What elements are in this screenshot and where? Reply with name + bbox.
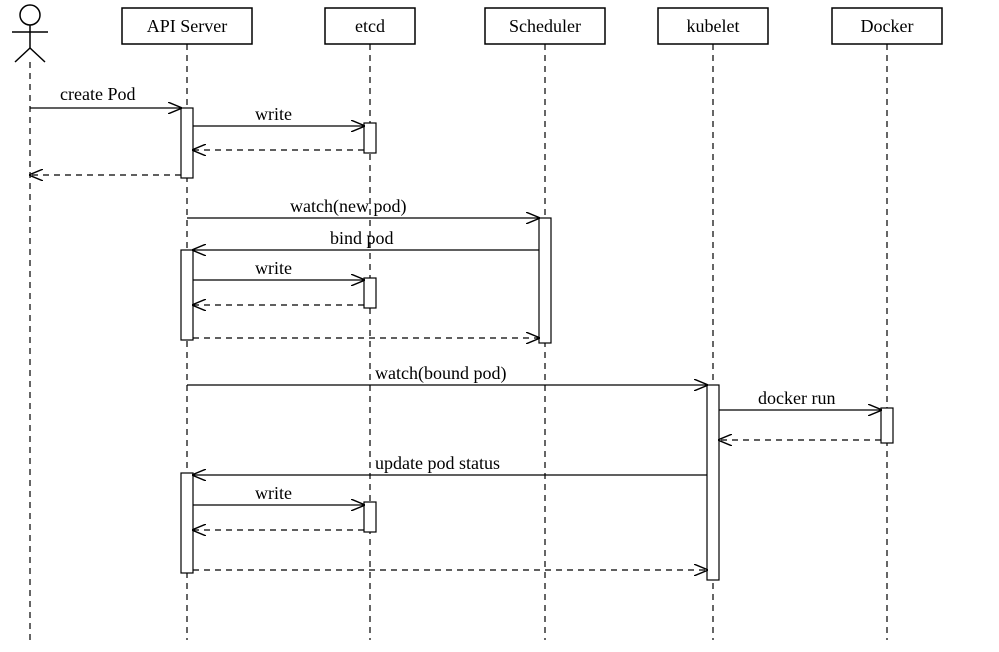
- participant-label: Docker: [861, 16, 914, 36]
- message-label: write: [255, 483, 292, 503]
- activation-scheduler-1: [539, 218, 551, 343]
- activation-api-server-1: [181, 108, 193, 178]
- message-label: bind pod: [330, 228, 394, 248]
- participant-label: Scheduler: [509, 16, 581, 36]
- message-label: create Pod: [60, 84, 135, 104]
- message-label: update pod status: [375, 453, 500, 473]
- participant-label: API Server: [147, 16, 227, 36]
- activation-etcd-1: [364, 123, 376, 153]
- activation-etcd-3: [364, 502, 376, 532]
- participant-label: kubelet: [687, 16, 740, 36]
- message-label: watch(new pod): [290, 196, 406, 217]
- message-label: write: [255, 258, 292, 278]
- message-label: write: [255, 104, 292, 124]
- message-label: docker run: [758, 388, 835, 408]
- actor-figure: [12, 5, 48, 62]
- activation-kubelet-1: [707, 385, 719, 580]
- participant-label: etcd: [355, 16, 385, 36]
- activation-api-server-2: [181, 250, 193, 340]
- activation-etcd-2: [364, 278, 376, 308]
- sequence-diagram: API Server etcd Scheduler kubelet Docker…: [0, 0, 999, 652]
- message-label: watch(bound pod): [375, 363, 506, 384]
- activation-api-server-3: [181, 473, 193, 573]
- activation-docker-1: [881, 408, 893, 443]
